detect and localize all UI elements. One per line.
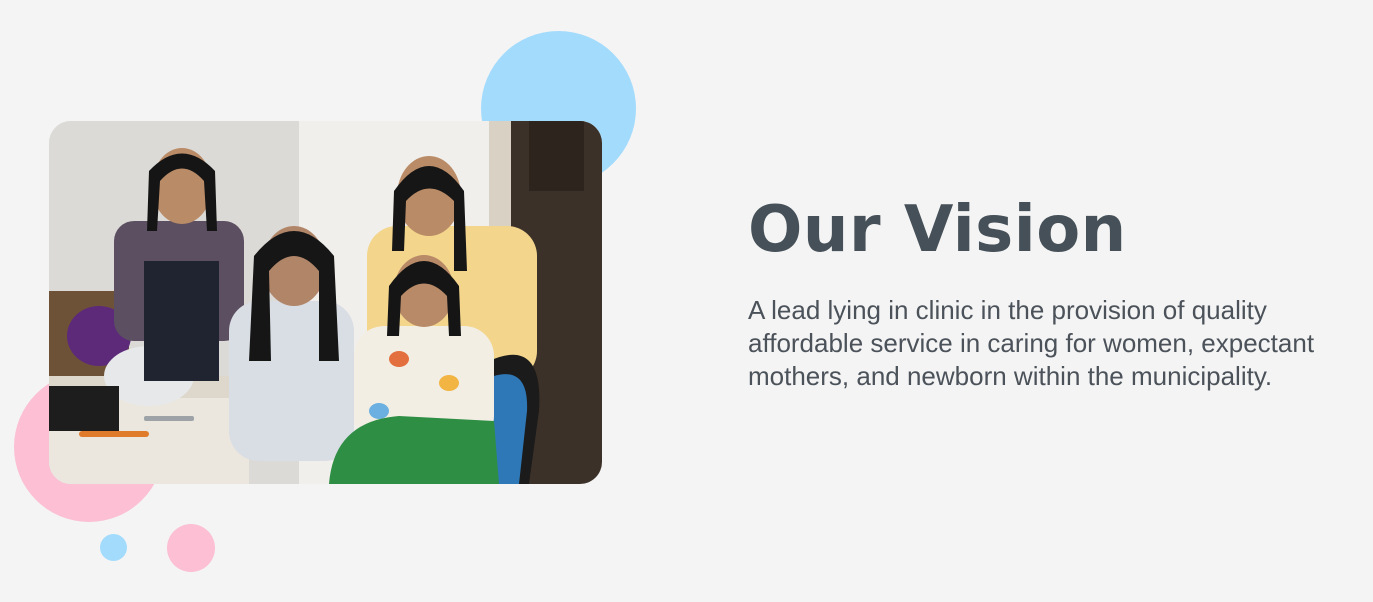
vision-title: Our Vision xyxy=(748,193,1127,267)
vision-content: Our Vision A lead lying in clinic in the… xyxy=(748,190,1363,393)
staff-photo xyxy=(49,121,602,484)
staff-photo-illustration xyxy=(49,121,602,484)
vision-section: Our Vision A lead lying in clinic in the… xyxy=(0,0,1373,602)
vision-description: A lead lying in clinic in the provision … xyxy=(748,295,1315,391)
decor-blue-circle-small xyxy=(100,534,127,561)
decor-pink-circle-small xyxy=(167,524,215,572)
